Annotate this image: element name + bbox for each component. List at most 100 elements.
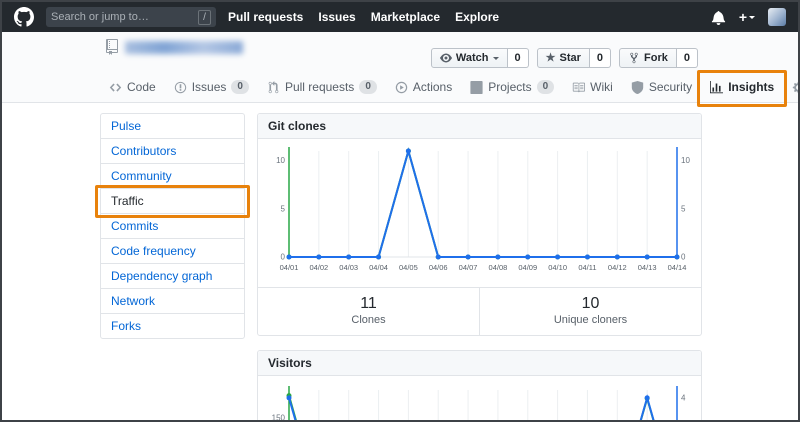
svg-text:04/10: 04/10: [548, 263, 567, 272]
svg-text:04/11: 04/11: [578, 263, 596, 272]
sidebar-item-commits[interactable]: Commits: [101, 214, 244, 239]
watch-button-group: Watch 0: [430, 48, 529, 68]
svg-text:04/13: 04/13: [638, 263, 657, 272]
unique-cloners-value: 10: [581, 295, 600, 312]
tab-count: 0: [359, 80, 377, 94]
issue-icon: [174, 81, 186, 93]
tab-wiki[interactable]: Wiki: [563, 73, 622, 103]
sidebar-item-traffic[interactable]: Traffic: [101, 189, 244, 214]
caret-down-icon: [749, 16, 755, 22]
clones-summary: 11 Clones 10 Unique cloners: [258, 287, 701, 335]
fork-count[interactable]: 0: [676, 48, 698, 68]
svg-text:10: 10: [276, 156, 285, 165]
github-logo-icon[interactable]: [14, 7, 34, 27]
header-right: +: [711, 8, 786, 26]
clones-total-cell: 11 Clones: [258, 288, 479, 335]
watch-count[interactable]: 0: [507, 48, 529, 68]
caret-down-icon: [492, 57, 499, 63]
tab-pull-requests[interactable]: Pull requests 0: [258, 73, 386, 103]
svg-text:0: 0: [281, 253, 286, 262]
create-new-button[interactable]: +: [739, 9, 755, 25]
code-icon: [109, 82, 122, 92]
sidebar-item-community[interactable]: Community: [101, 164, 244, 189]
star-button-group: ★ Star 0: [536, 48, 612, 68]
top-header: / Pull requests Issues Marketplace Explo…: [2, 2, 798, 32]
traffic-content: Git clones 0 5 10 0 5 10 04/01 04/02 04/03 04/04 0…: [257, 113, 702, 422]
fork-label: Fork: [644, 52, 668, 64]
tab-issues[interactable]: Issues 0: [165, 73, 258, 103]
visitors-panel-title: Visitors: [258, 351, 701, 376]
git-clones-panel-title: Git clones: [258, 114, 701, 139]
tab-label: Wiki: [590, 80, 613, 94]
fork-button[interactable]: Fork: [619, 48, 677, 68]
sidebar-item-network[interactable]: Network: [101, 289, 244, 314]
nav-marketplace[interactable]: Marketplace: [371, 10, 440, 24]
search-input[interactable]: [51, 11, 198, 23]
tab-label: Pull requests: [284, 80, 355, 94]
watch-label: Watch: [455, 52, 489, 64]
tab-label: Insights: [728, 80, 775, 94]
shield-icon: [631, 80, 644, 94]
fork-button-group: Fork 0: [619, 48, 698, 68]
clones-total-value: 11: [360, 295, 377, 312]
notifications-bell-icon[interactable]: [711, 10, 726, 25]
nav-pull-requests[interactable]: Pull requests: [228, 10, 303, 24]
tab-label: Issues: [191, 80, 227, 94]
sidebar-item-pulse[interactable]: Pulse: [101, 114, 244, 139]
tab-security[interactable]: Security: [622, 73, 701, 103]
tab-settings[interactable]: Settings: [783, 73, 798, 103]
repo-action-buttons: Watch 0 ★ Star 0 Fork 0: [430, 48, 698, 68]
slash-shortcut-hint: /: [198, 9, 211, 25]
github-traffic-page: / Pull requests Issues Marketplace Explo…: [0, 0, 800, 422]
tab-count: 0: [536, 80, 555, 94]
repo-header: Watch 0 ★ Star 0 Fork 0 Code Issues 0 Pu…: [2, 32, 798, 103]
nav-issues[interactable]: Issues: [318, 10, 355, 24]
svg-text:04/03: 04/03: [339, 263, 358, 272]
fork-icon: [630, 52, 638, 64]
repo-icon: [106, 39, 118, 55]
svg-text:04/14: 04/14: [668, 263, 687, 272]
tab-actions[interactable]: Actions: [386, 73, 461, 103]
svg-text:150: 150: [272, 414, 286, 422]
svg-text:04/02: 04/02: [309, 263, 328, 272]
svg-text:04/04: 04/04: [369, 263, 388, 272]
tab-label: Actions: [412, 80, 453, 94]
svg-text:5: 5: [681, 204, 686, 213]
user-avatar[interactable]: [768, 8, 786, 26]
tab-code[interactable]: Code: [100, 73, 165, 103]
visitors-chart: 50100150123404/0104/0204/0304/0404/0504/…: [272, 386, 686, 422]
star-count[interactable]: 0: [589, 48, 612, 68]
svg-text:10: 10: [681, 156, 690, 165]
svg-text:04/01: 04/01: [280, 263, 299, 272]
gear-icon: [793, 81, 798, 93]
pull-request-icon: [268, 80, 279, 93]
repo-name-redacted[interactable]: [125, 40, 243, 54]
svg-text:04/09: 04/09: [518, 263, 537, 272]
sidebar-item-code-frequency[interactable]: Code frequency: [101, 239, 244, 264]
sidebar-item-contributors[interactable]: Contributors: [101, 139, 244, 164]
sidebar-item-forks[interactable]: Forks: [101, 314, 244, 338]
tab-label: Code: [127, 80, 156, 94]
tab-projects[interactable]: Projects 0: [461, 73, 563, 103]
tab-insights[interactable]: Insights: [701, 73, 783, 103]
svg-text:04/06: 04/06: [429, 263, 448, 272]
tab-count: 0: [231, 80, 249, 94]
play-circle-icon: [395, 81, 408, 93]
graph-icon: [710, 80, 724, 93]
repo-tabs: Code Issues 0 Pull requests 0 Actions Pr…: [100, 73, 798, 103]
svg-text:4: 4: [681, 393, 686, 402]
plus-icon: +: [738, 9, 747, 25]
git-clones-panel: Git clones 0 5 10 0 5 10 04/01 04/02 04/03 04/04 0…: [257, 113, 702, 336]
top-nav: Pull requests Issues Marketplace Explore: [228, 10, 499, 24]
watch-button[interactable]: Watch: [430, 48, 508, 68]
star-button[interactable]: ★ Star: [536, 48, 590, 68]
insights-sidebar: Pulse Contributors Community Traffic Com…: [100, 113, 245, 339]
star-icon: ★: [545, 51, 556, 64]
tab-label: Security: [648, 80, 693, 94]
git-clones-chart: 0 5 10 0 5 10 04/01 04/02 04/03 04/04 04/05 04/06 04…: [276, 147, 690, 272]
nav-explore[interactable]: Explore: [455, 10, 499, 24]
unique-cloners-cell: 10 Unique cloners: [479, 288, 701, 335]
clones-total-label: Clones: [351, 314, 386, 326]
sidebar-item-dependency-graph[interactable]: Dependency graph: [101, 264, 244, 289]
unique-cloners-label: Unique cloners: [553, 314, 628, 326]
